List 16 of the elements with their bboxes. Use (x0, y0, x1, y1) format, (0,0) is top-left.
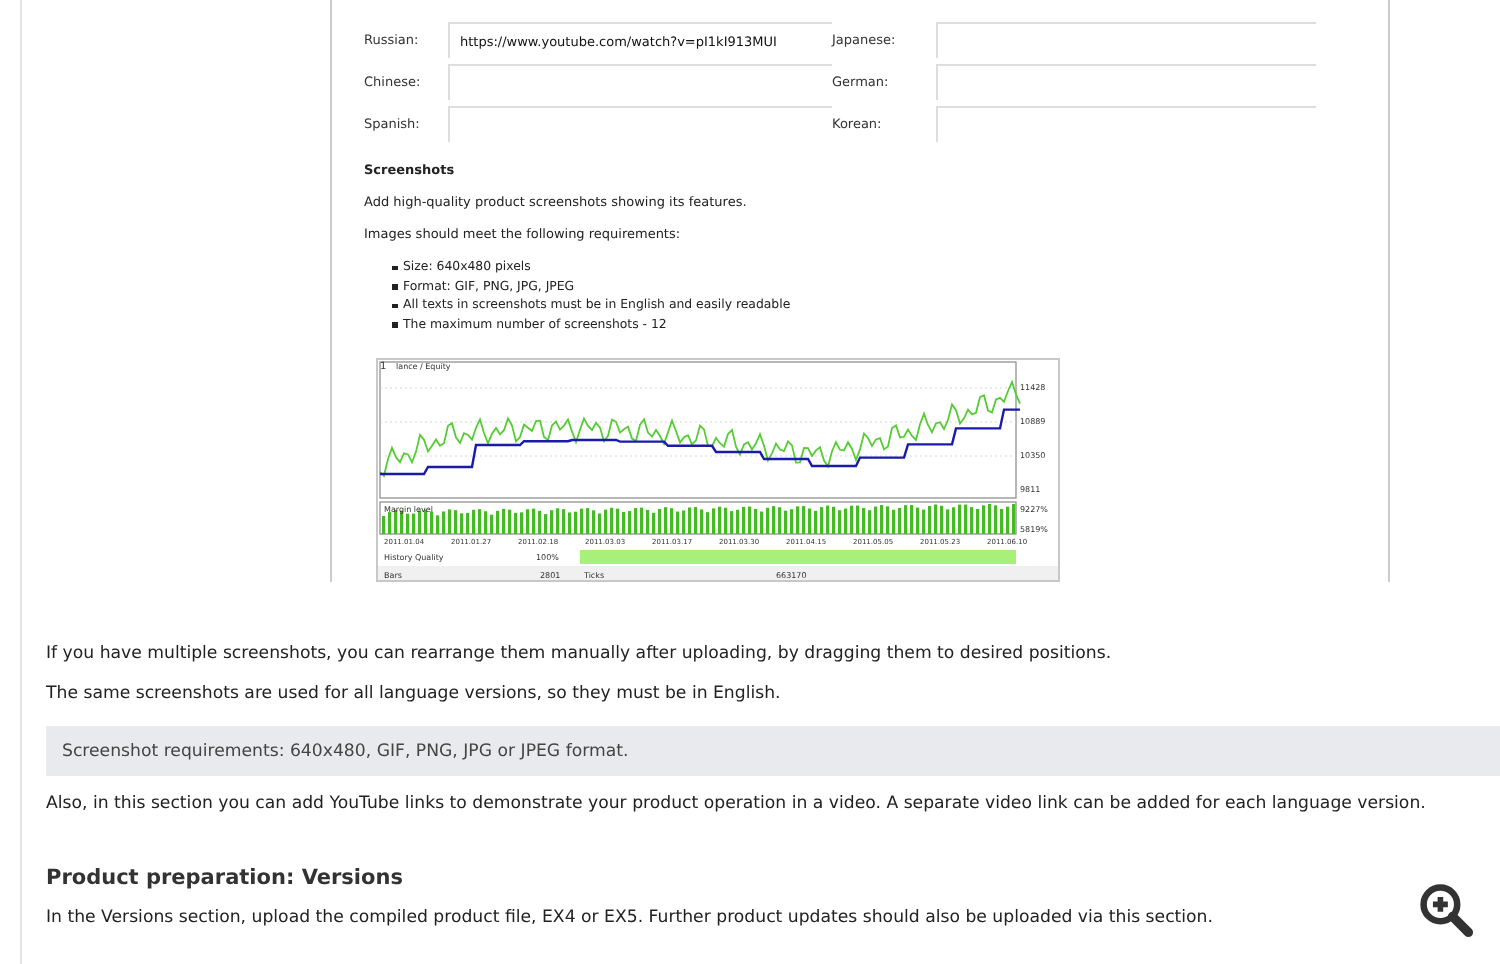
bullet-icon (392, 265, 397, 270)
bullet-icon (392, 284, 397, 289)
body-text: In the Versions section, upload the compiled product file, EX4 or EX5. Further product updates should also be uploaded via this section. (46, 906, 1213, 932)
video-link-field[interactable] (936, 22, 1316, 58)
video-link-field[interactable] (936, 64, 1316, 100)
video-link-field[interactable] (448, 106, 832, 142)
section-heading: Product preparation: Versions (46, 866, 405, 890)
zoom-in-icon[interactable] (1418, 882, 1474, 938)
bullet-icon (392, 322, 397, 327)
body-text: If you have multiple screenshots, you can rearrange them manually after uploading, by dragging them to desired positions. (46, 642, 1112, 668)
video-link-field[interactable] (936, 106, 1316, 142)
body-text: The same screenshots are used for all language versions, so they must be in English. (46, 682, 781, 708)
video-link-field[interactable] (448, 64, 832, 100)
body-text: Also, in this section you can add YouTube links to demonstrate your product operation in a video. A separate video link can be added for each language version. (46, 792, 1426, 818)
requirements-note: Screenshot requirements: 640x480, GIF, PNG, JPG or JPEG format. (46, 726, 1500, 776)
bullet-icon (392, 303, 397, 308)
